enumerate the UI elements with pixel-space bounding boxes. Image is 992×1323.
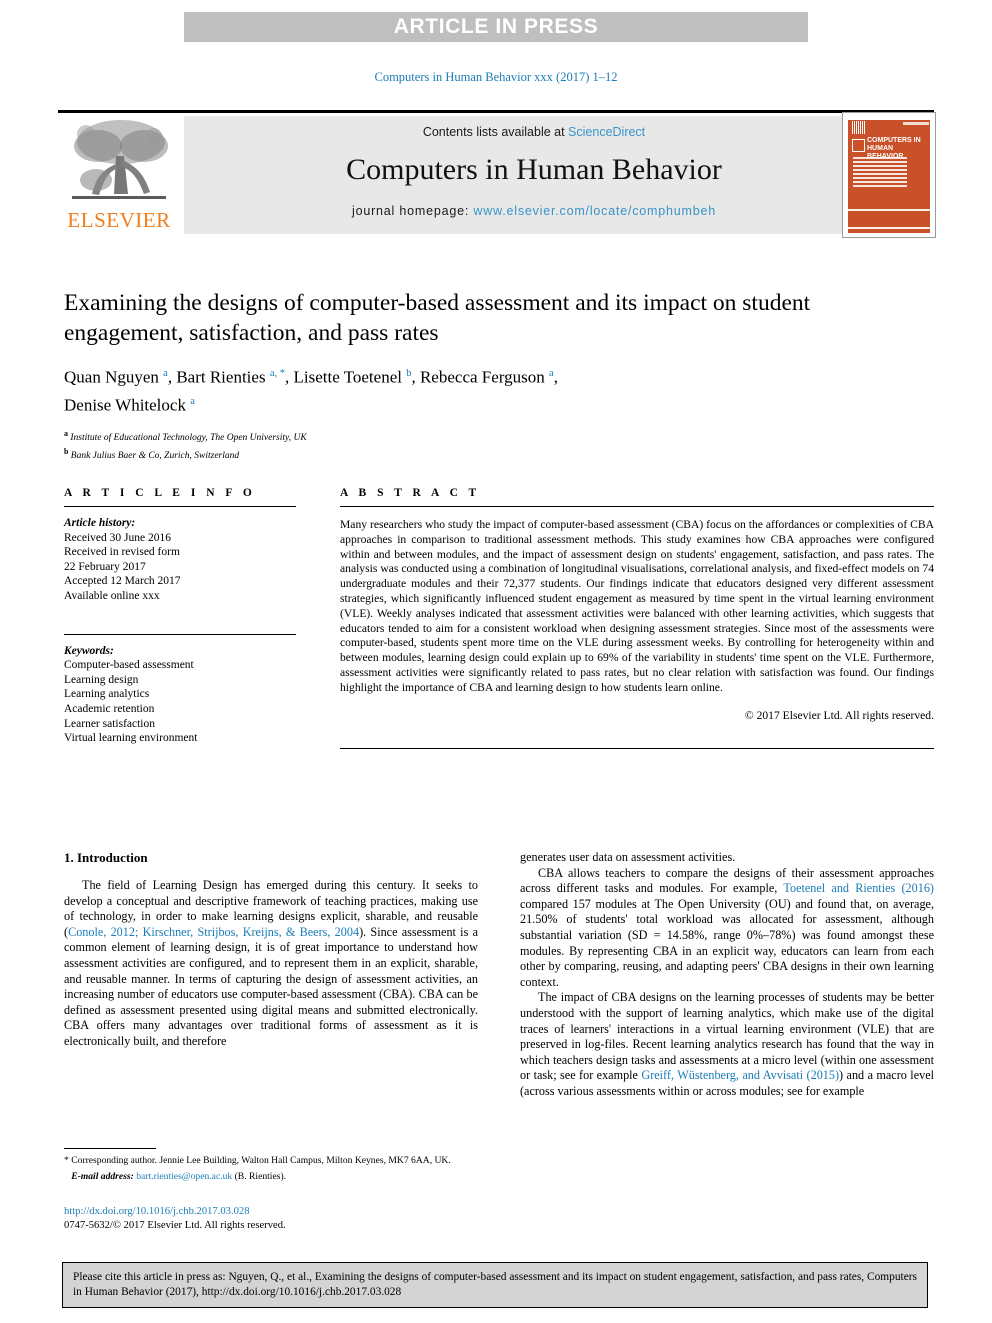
keywords-block: Keywords: Computer-based assessment Lear… <box>64 633 296 746</box>
intro-p2-part-b: compared 157 modules at The Open Univers… <box>520 896 934 989</box>
article-history-label: Article history: <box>64 517 136 529</box>
abstract-heading: A B S T R A C T <box>340 487 481 499</box>
affil-marker-a: a <box>549 368 554 379</box>
keywords-label: Keywords: <box>64 644 114 657</box>
please-cite-text: Please cite this article in press as: Ng… <box>73 1271 917 1298</box>
affiliations: a Institute of Educational Technology, T… <box>64 427 934 463</box>
journal-cover-text-lines <box>853 157 907 189</box>
journal-cover-mark-icon <box>852 139 865 152</box>
corresponding-author-note: * Corresponding author. Jennie Lee Build… <box>64 1155 478 1168</box>
author-line-1: Quan Nguyen a, Bart Rienties a, *, Liset… <box>64 367 558 387</box>
doi-link[interactable]: http://dx.doi.org/10.1016/j.chb.2017.03.… <box>64 1206 250 1217</box>
journal-homepage-line: journal homepage: www.elsevier.com/locat… <box>352 204 716 218</box>
sciencedirect-link[interactable]: ScienceDirect <box>568 125 645 139</box>
article-info-column: A R T I C L E I N F O Article history: R… <box>64 487 296 746</box>
affiliation-b: b Bank Julius Baer & Co, Zurich, Switzer… <box>64 445 934 463</box>
email-note: E-mail address: bart.rienties@open.ac.uk… <box>64 1171 478 1182</box>
abstract-column: A B S T R A C T Many researchers who stu… <box>340 487 934 749</box>
author-email-link[interactable]: bart.rienties@open.ac.uk <box>136 1171 232 1182</box>
contents-lists-line: Contents lists available at ScienceDirec… <box>423 125 645 139</box>
history-line: Received in revised form <box>64 546 180 559</box>
keyword-item: Virtual learning environment <box>64 732 198 745</box>
affiliation-b-text: Bank Julius Baer & Co, Zurich, Switzerla… <box>70 451 240 462</box>
journal-cover-top-bar <box>848 117 930 120</box>
footnote-area: * Corresponding author. Jennie Lee Build… <box>64 1148 478 1182</box>
affil-marker-a-star: a, * <box>269 368 285 379</box>
journal-cover-rule-2 <box>848 227 930 229</box>
corresponding-author-text: Corresponding author. Jennie Lee Buildin… <box>68 1155 451 1166</box>
affil-marker-a: a <box>190 395 195 407</box>
intro-paragraph-continued: generates user data on assessment activi… <box>520 850 736 864</box>
please-cite-box: Please cite this article in press as: Ng… <box>62 1262 928 1308</box>
keyword-item: Learning analytics <box>64 688 150 701</box>
intro-paragraph-3: The impact of CBA designs on the learnin… <box>520 990 934 1099</box>
journal-homepage-link[interactable]: www.elsevier.com/locate/comphumbeh <box>473 204 716 218</box>
intro-paragraph-2: CBA allows teachers to compare the desig… <box>520 866 934 991</box>
author-list: Quan Nguyen a, Bart Rienties a, *, Liset… <box>64 362 934 417</box>
keyword-item: Computer-based assessment <box>64 659 194 672</box>
citation-conole-kirschner[interactable]: Conole, 2012; Kirschner, Strijbos, Kreij… <box>68 925 359 939</box>
issn-copyright-line: 0747-5632/© 2017 Elsevier Ltd. All right… <box>64 1220 286 1231</box>
affil-marker-b: b <box>406 368 412 379</box>
citation-toetenel-rienties[interactable]: Toetenel and Rienties (2016) <box>783 881 934 895</box>
journal-title: Computers in Human Behavior <box>346 153 722 186</box>
author-line-2: Denise Whitelock a <box>64 395 195 415</box>
journal-cover-publisher-icon <box>852 121 865 134</box>
article-info-rule <box>64 506 296 507</box>
journal-band: Contents lists available at ScienceDirec… <box>184 116 884 234</box>
journal-cover-issn-bar <box>903 122 929 125</box>
contents-lists-prefix: Contents lists available at <box>422 125 569 139</box>
keywords-rule <box>64 633 296 635</box>
affil-label-b: b <box>64 447 69 457</box>
journal-cover-thumbnail: COMPUTERS IN HUMAN BEHAVIOR <box>842 112 936 238</box>
affiliation-a-text: Institute of Educational Technology, The… <box>70 433 307 444</box>
elsevier-wordmark: ELSEVIER <box>67 208 171 232</box>
body-columns: 1. Introduction The field of Learning De… <box>64 850 934 1240</box>
body-column-right: generates user data on assessment activi… <box>520 850 934 1100</box>
journal-masthead: ELSEVIER Contents lists available at Sci… <box>58 110 936 238</box>
affil-marker-a: a <box>163 368 168 379</box>
citation-greiff-wustenberg-avvisati[interactable]: Greiff, Wüstenberg, and Avvisati (2015) <box>641 1068 839 1082</box>
section-heading-introduction: 1. Introduction <box>64 850 148 865</box>
page-title: Examining the designs of computer-based … <box>64 290 811 346</box>
footnote-rule <box>64 1148 156 1149</box>
keyword-item: Learner satisfaction <box>64 717 155 730</box>
history-line: Available online xxx <box>64 589 160 602</box>
abstract-bottom-rule <box>340 747 934 749</box>
journal-cover-rule-1 <box>848 209 930 211</box>
keyword-item: Learning design <box>64 673 139 686</box>
email-suffix: (B. Rienties). <box>234 1170 287 1182</box>
affil-label-a: a <box>64 429 68 439</box>
article-info-heading: A R T I C L E I N F O <box>64 487 256 499</box>
intro-p1-part-b: ). Since assessment is a common element … <box>64 924 478 1048</box>
affiliation-a: a Institute of Educational Technology, T… <box>64 427 934 445</box>
abstract-copyright: © 2017 Elsevier Ltd. All rights reserved… <box>744 708 934 722</box>
article-in-press-label: ARTICLE IN PRESS <box>393 15 599 38</box>
article-history: Article history: Received 30 June 2016 R… <box>64 516 296 604</box>
elsevier-tree-icon <box>72 120 168 199</box>
keyword-item: Academic retention <box>64 702 155 715</box>
elsevier-logo: ELSEVIER <box>60 116 178 236</box>
history-line: Received 30 June 2016 <box>64 531 171 544</box>
journal-homepage-prefix: journal homepage: <box>352 204 474 218</box>
intro-paragraph-1: The field of Learning Design has emerged… <box>64 878 478 1050</box>
running-head: Computers in Human Behavior xxx (2017) 1… <box>374 70 618 84</box>
abstract-rule <box>340 506 934 507</box>
doi-block: http://dx.doi.org/10.1016/j.chb.2017.03.… <box>64 1205 478 1233</box>
article-in-press-banner: ARTICLE IN PRESS <box>184 12 808 42</box>
history-line: 22 February 2017 <box>64 560 146 573</box>
title-block: Examining the designs of computer-based … <box>64 288 934 464</box>
abstract-text: Many researchers who study the impact of… <box>340 518 934 694</box>
email-label: E-mail address: <box>71 1170 134 1182</box>
keywords-list: Keywords: Computer-based assessment Lear… <box>64 644 296 746</box>
masthead-top-rule <box>58 110 934 113</box>
body-column-left: 1. Introduction The field of Learning De… <box>64 850 478 1231</box>
history-line: Accepted 12 March 2017 <box>64 575 181 588</box>
